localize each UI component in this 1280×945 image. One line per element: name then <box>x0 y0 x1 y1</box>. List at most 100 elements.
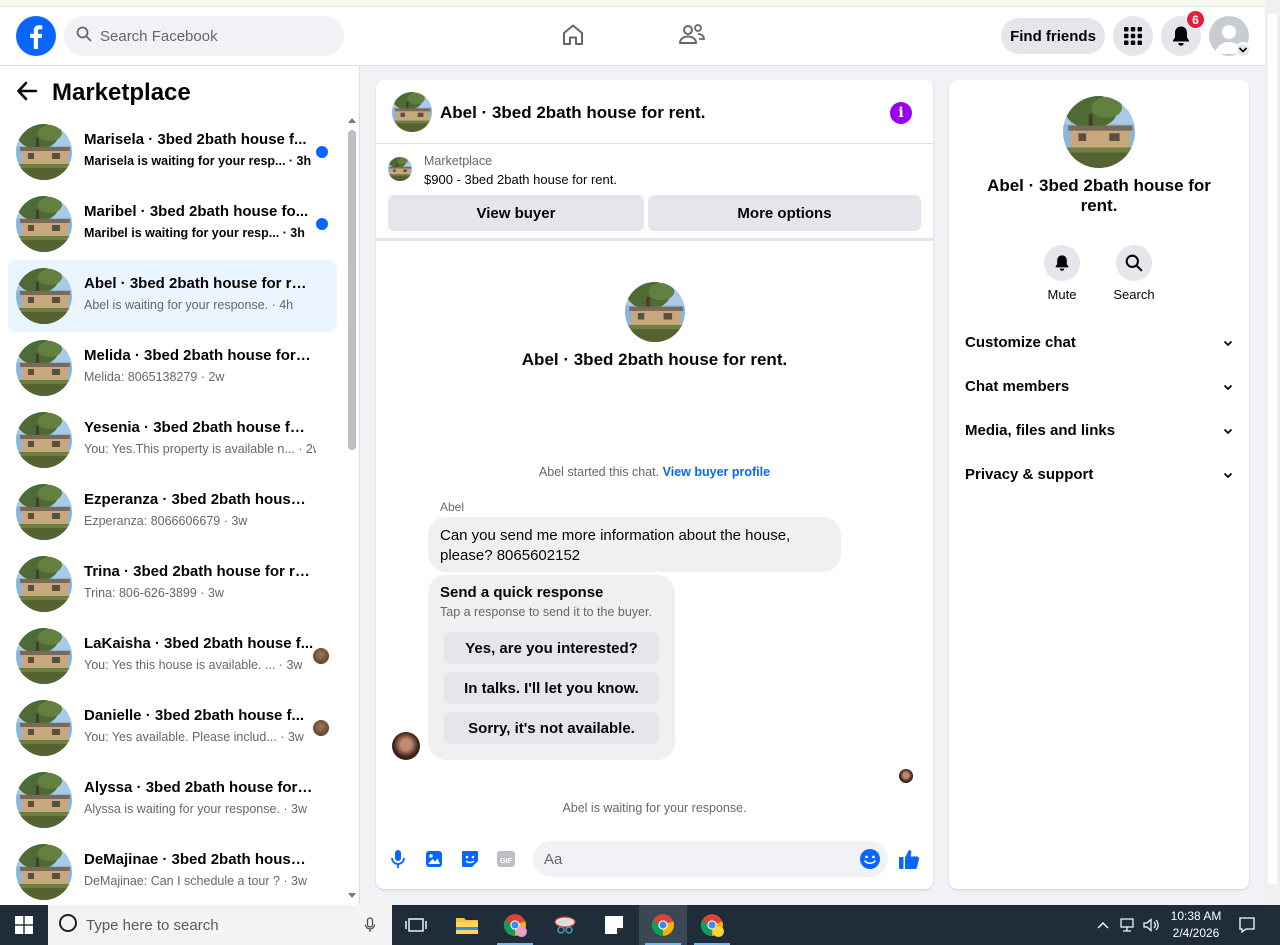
scrollbar-thumb[interactable] <box>348 130 356 450</box>
message-line: Can you send me more information about t… <box>440 527 791 544</box>
file-explorer-icon[interactable] <box>443 905 491 945</box>
chrome-profile-alt-icon[interactable] <box>688 905 736 945</box>
listing-thumbnail <box>16 196 72 252</box>
section-label: Media, files and links <box>965 421 1116 439</box>
listing-thumbnail[interactable] <box>392 92 432 132</box>
listing-thumbnail <box>16 340 72 396</box>
buyer-avatar[interactable] <box>392 732 420 760</box>
find-friends-button[interactable]: Find friends <box>1001 18 1105 54</box>
conversation-item[interactable]: Maribel · 3bed 2bath house fo... Maribel … <box>8 188 337 260</box>
conversation-preview: Marisela is waiting for your resp... · 3… <box>84 154 312 168</box>
conversation-name: Melida · 3bed 2bath house for r... <box>84 347 314 364</box>
section-label: Chat members <box>965 377 1070 395</box>
listing-thumbnail <box>16 556 72 612</box>
listing-thumbnail <box>16 772 72 828</box>
mute-button[interactable]: Mute <box>1037 245 1087 302</box>
back-arrow-icon[interactable] <box>16 81 38 106</box>
snipping-tool-icon[interactable] <box>541 905 589 945</box>
search-icon <box>1116 245 1152 281</box>
chrome-browser-icon[interactable] <box>639 905 687 945</box>
show-hidden-icons-chevron-icon[interactable] <box>1094 916 1112 934</box>
conversation-item[interactable]: Trina · 3bed 2bath house for rent. Trina:… <box>8 548 337 620</box>
menu-grid-icon[interactable] <box>1113 16 1153 56</box>
quick-reply-yes-button[interactable]: Yes, are you interested? <box>444 632 659 664</box>
listing-price-title[interactable]: $900 - 3bed 2bath house for rent. <box>424 172 617 187</box>
facebook-search-box[interactable]: Search Facebook <box>64 16 344 56</box>
chevron-down-icon[interactable] <box>1235 42 1251 58</box>
sticker-icon[interactable] <box>459 848 481 870</box>
info-icon[interactable]: i <box>890 102 912 124</box>
bell-icon <box>1044 245 1080 281</box>
conversation-item[interactable]: Danielle · 3bed 2bath house f... You: Yes… <box>8 692 337 764</box>
task-view-icon[interactable] <box>392 905 440 945</box>
taskbar-clock[interactable]: 10:38 AM 2/4/2026 <box>1168 908 1224 942</box>
chevron-down-icon <box>1223 334 1233 351</box>
listing-thumbnail <box>16 844 72 900</box>
emoji-icon[interactable] <box>859 848 881 870</box>
conversation-name: Trina · 3bed 2bath house for rent. <box>84 563 314 580</box>
chat-title[interactable]: Abel · 3bed 2bath house for rent. <box>440 103 705 123</box>
more-options-button[interactable]: More options <box>648 195 921 231</box>
chat-intro-title: Abel · 3bed 2bath house for rent. <box>521 350 788 369</box>
quick-reply-in-talks-button[interactable]: In talks. I'll let you know. <box>444 672 659 704</box>
conversation-item[interactable]: Abel · 3bed 2bath house for rent. Abel is… <box>8 260 337 332</box>
conversation-item[interactable]: Ezperanza · 3bed 2bath house f... Ezperan… <box>8 476 337 548</box>
privacy-support-section[interactable]: Privacy & support <box>965 458 1233 490</box>
page-scrollbar-thumb[interactable] <box>1268 14 1277 884</box>
conversation-item[interactable]: DeMajinae · 3bed 2bath house f... DeMajin… <box>8 836 337 908</box>
chat-header: Abel · 3bed 2bath house for rent. i <box>376 80 933 144</box>
listing-thumbnail <box>16 268 72 324</box>
scroll-up-arrow-icon[interactable] <box>348 118 356 123</box>
conversation-preview: DeMajinae: Can I schedule a tour ? · 3w <box>84 874 308 888</box>
volume-icon[interactable] <box>1142 916 1160 934</box>
conversation-preview: You: Yes this house is available. ... · … <box>84 658 303 672</box>
microphone-icon[interactable] <box>364 917 376 938</box>
chevron-down-icon <box>1223 378 1233 395</box>
thumbs-up-icon[interactable] <box>898 848 920 870</box>
customize-chat-section[interactable]: Customize chat <box>965 326 1233 358</box>
windows-taskbar: Type here to search 10:38 AM 2/4/2026 <box>0 905 1280 945</box>
photo-icon[interactable] <box>423 848 445 870</box>
quick-response-card: Send a quick response Tap a response to … <box>428 575 675 760</box>
conversation-preview: Trina: 806-626-3899 · 3w <box>84 586 224 600</box>
media-files-links-section[interactable]: Media, files and links <box>965 414 1233 446</box>
conversation-item[interactable]: Marisela · 3bed 2bath house f... Marisela… <box>8 116 337 188</box>
taskbar-search-box[interactable]: Type here to search <box>48 905 392 945</box>
cortana-circle-icon <box>58 913 78 938</box>
scroll-down-arrow-icon[interactable] <box>348 893 356 898</box>
home-icon[interactable] <box>558 20 588 50</box>
friends-icon[interactable] <box>677 20 707 50</box>
message-input[interactable] <box>533 841 888 877</box>
gif-icon[interactable]: GIF <box>495 848 517 870</box>
chrome-profile-icon[interactable] <box>491 905 539 945</box>
facebook-logo-icon[interactable] <box>16 16 56 56</box>
page-scrollbar[interactable] <box>1265 0 1280 905</box>
quick-reply-not-available-button[interactable]: Sorry, it's not available. <box>444 712 659 744</box>
search-conversation-button[interactable]: Search <box>1109 245 1159 302</box>
chat-members-section[interactable]: Chat members <box>965 370 1233 402</box>
search-label: Search <box>1113 287 1155 302</box>
conversation-name: LaKaisha · 3bed 2bath house f... <box>84 635 314 652</box>
sidebar-scrollbar[interactable] <box>346 116 358 902</box>
windows-start-icon[interactable] <box>0 905 48 945</box>
conversation-item[interactable]: Yesenia · 3bed 2bath house for r... You: … <box>8 404 337 476</box>
microphone-icon[interactable] <box>387 848 409 870</box>
chevron-down-icon <box>1223 422 1233 439</box>
conversation-preview: Abel is waiting for your response. · 4h <box>84 298 294 312</box>
clock-date: 2/4/2026 <box>1172 926 1220 940</box>
conversation-item[interactable]: LaKaisha · 3bed 2bath house f... You: Yes… <box>8 620 337 692</box>
seen-avatar <box>313 648 329 664</box>
conversation-item[interactable]: Melida · 3bed 2bath house for r... Melida… <box>8 332 337 404</box>
message-bubble[interactable]: Can you send me more information about t… <box>428 517 841 572</box>
listing-thumbnail <box>16 700 72 756</box>
conversation-item[interactable]: Alyssa · 3bed 2bath house for re... Alyss… <box>8 764 337 836</box>
network-icon[interactable] <box>1118 916 1136 934</box>
action-center-icon[interactable] <box>1238 916 1256 934</box>
view-buyer-profile-link[interactable]: View buyer profile <box>663 465 770 479</box>
conversation-name: Maribel · 3bed 2bath house fo... <box>84 203 309 220</box>
view-buyer-button[interactable]: View buyer <box>388 195 644 231</box>
conversation-preview: You: Yes.This property is available n...… <box>84 442 316 456</box>
unread-dot <box>316 218 328 230</box>
sticky-notes-icon[interactable] <box>590 905 638 945</box>
conversation-preview: Melida: 8065138279 · 2w <box>84 370 225 384</box>
